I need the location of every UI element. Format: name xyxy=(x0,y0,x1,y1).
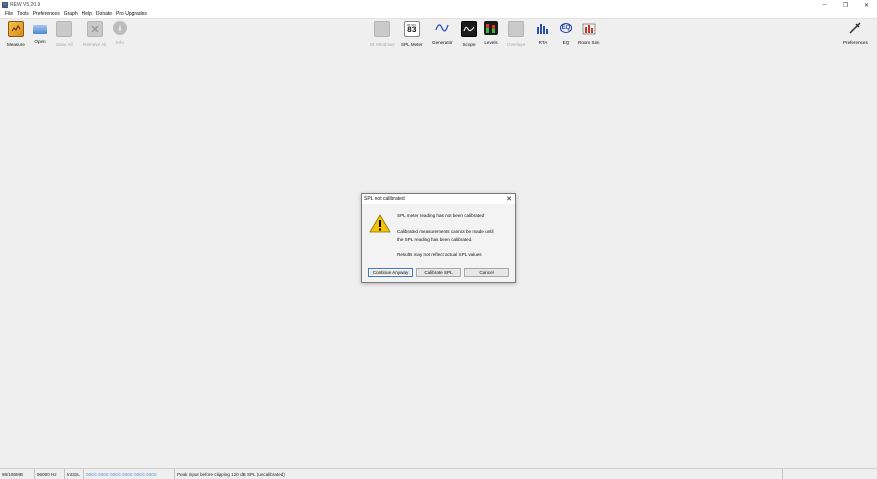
dialog-message-line3: the SPL reading has been calibrated. xyxy=(397,237,473,242)
save-icon xyxy=(56,21,73,37)
preferences-label: Preferences xyxy=(843,40,868,45)
open-button[interactable]: Open xyxy=(33,21,47,44)
info-button[interactable]: i Info xyxy=(113,21,127,45)
room-sim-label: Room Sim xyxy=(578,40,600,45)
warning-icon xyxy=(369,214,391,235)
folder-icon xyxy=(33,25,47,34)
measure-button[interactable]: Measure xyxy=(7,21,25,47)
cancel-button[interactable]: Cancel xyxy=(464,268,509,277)
close-icon[interactable]: ✕ xyxy=(856,0,877,10)
levels-button[interactable]: Levels xyxy=(484,21,498,45)
ir-windows-button[interactable]: IR Windows xyxy=(370,21,395,47)
memory-usage[interactable]: 86/186MB xyxy=(0,469,35,479)
open-label: Open xyxy=(34,39,46,44)
scope-button[interactable]: Scope xyxy=(461,21,477,47)
remove-all-button[interactable]: Remove All xyxy=(83,21,106,47)
restore-icon[interactable]: ❐ xyxy=(835,0,856,10)
menu-graph[interactable]: Graph xyxy=(64,11,78,17)
levels-label: Levels xyxy=(484,40,498,45)
measure-label: Measure xyxy=(7,42,25,47)
status-bar: 86/186MB 96000 Hz Int32L 0000 0000 0000 … xyxy=(0,468,877,479)
generator-label: Generator xyxy=(432,40,453,45)
dialog-title: SPL not calibrated xyxy=(364,196,405,202)
menu-donate[interactable]: Donate xyxy=(96,11,112,17)
toolbar: Measure Open Save All Remove All i Info … xyxy=(0,19,877,48)
spl-meter-icon-value: 83 xyxy=(406,25,417,35)
spl-meter-icon: dB SPL 83 xyxy=(403,21,420,37)
spl-meter-label: SPL Meter xyxy=(401,42,423,47)
ir-windows-icon xyxy=(374,21,391,37)
minimize-icon[interactable]: – xyxy=(814,0,835,10)
window-title: REW V5.20.9 xyxy=(10,2,41,8)
preferences-button[interactable]: Preferences xyxy=(843,21,868,45)
menu-file[interactable]: File xyxy=(5,11,13,17)
save-all-button[interactable]: Save All xyxy=(56,21,73,47)
sample-rate: 96000 Hz xyxy=(35,469,65,479)
dialog-message-line4: Results may not reflect actual SPL value… xyxy=(397,252,482,257)
wrench-icon xyxy=(848,21,862,35)
scope-label: Scope xyxy=(462,42,476,47)
scope-icon xyxy=(461,21,477,37)
rta-label: RTA xyxy=(538,40,548,45)
save-all-label: Save All xyxy=(56,42,73,47)
generator-icon xyxy=(435,21,450,35)
eq-label: EQ xyxy=(562,40,570,45)
info-label: Info xyxy=(116,40,124,45)
close-icon[interactable]: ✕ xyxy=(506,195,512,203)
overlays-label: Overlays xyxy=(507,42,526,47)
window-controls: – ❐ ✕ xyxy=(814,0,877,10)
app-icon xyxy=(2,2,8,8)
status-message: Peak input before clipping 120 dB SPL (u… xyxy=(175,469,783,479)
dialog-message-line1: SPL meter reading has not been calibrate… xyxy=(397,213,485,218)
spl-meter-button[interactable]: dB SPL 83 SPL Meter xyxy=(401,21,423,47)
calibrate-spl-button[interactable]: Calibrate SPL xyxy=(416,268,461,277)
remove-all-label: Remove All xyxy=(83,42,107,47)
eq-icon-text: EQ xyxy=(559,23,573,33)
eq-icon: EQ xyxy=(559,21,573,35)
continue-anyway-button[interactable]: Continue Anyway xyxy=(368,268,413,277)
measure-icon xyxy=(7,21,24,37)
sample-format: Int32L xyxy=(65,469,84,479)
levels-icon xyxy=(484,21,498,35)
menu-bar: File Tools Preferences Graph Help Donate… xyxy=(0,10,877,19)
room-sim-button[interactable]: Room Sim xyxy=(578,21,599,45)
dialog-message-line2: Calibrated measurements cannot be made u… xyxy=(397,229,494,234)
input-level-meters: 0000 0000 0000 0000 0000 0000 xyxy=(84,469,175,479)
dialog-title-bar: SPL not calibrated xyxy=(362,194,515,204)
ir-windows-label: IR Windows xyxy=(370,42,395,47)
menu-help[interactable]: Help xyxy=(82,11,92,17)
info-icon: i xyxy=(113,21,127,35)
rta-button[interactable]: RTA xyxy=(536,21,550,45)
menu-tools[interactable]: Tools xyxy=(17,11,29,17)
title-bar: REW V5.20.9 – ❐ ✕ xyxy=(0,0,877,10)
overlays-icon xyxy=(508,21,525,37)
status-extra xyxy=(783,469,877,479)
remove-icon xyxy=(86,21,103,37)
room-sim-icon xyxy=(581,21,596,35)
menu-preferences[interactable]: Preferences xyxy=(33,11,60,17)
overlays-button[interactable]: Overlays xyxy=(507,21,525,47)
spl-not-calibrated-dialog: SPL not calibrated ✕ SPL meter reading h… xyxy=(361,193,516,283)
rta-icon xyxy=(536,21,550,35)
menu-pro-upgrades[interactable]: Pro Upgrades xyxy=(116,11,147,17)
generator-button[interactable]: Generator xyxy=(432,21,453,45)
eq-button[interactable]: EQ EQ xyxy=(559,21,573,45)
